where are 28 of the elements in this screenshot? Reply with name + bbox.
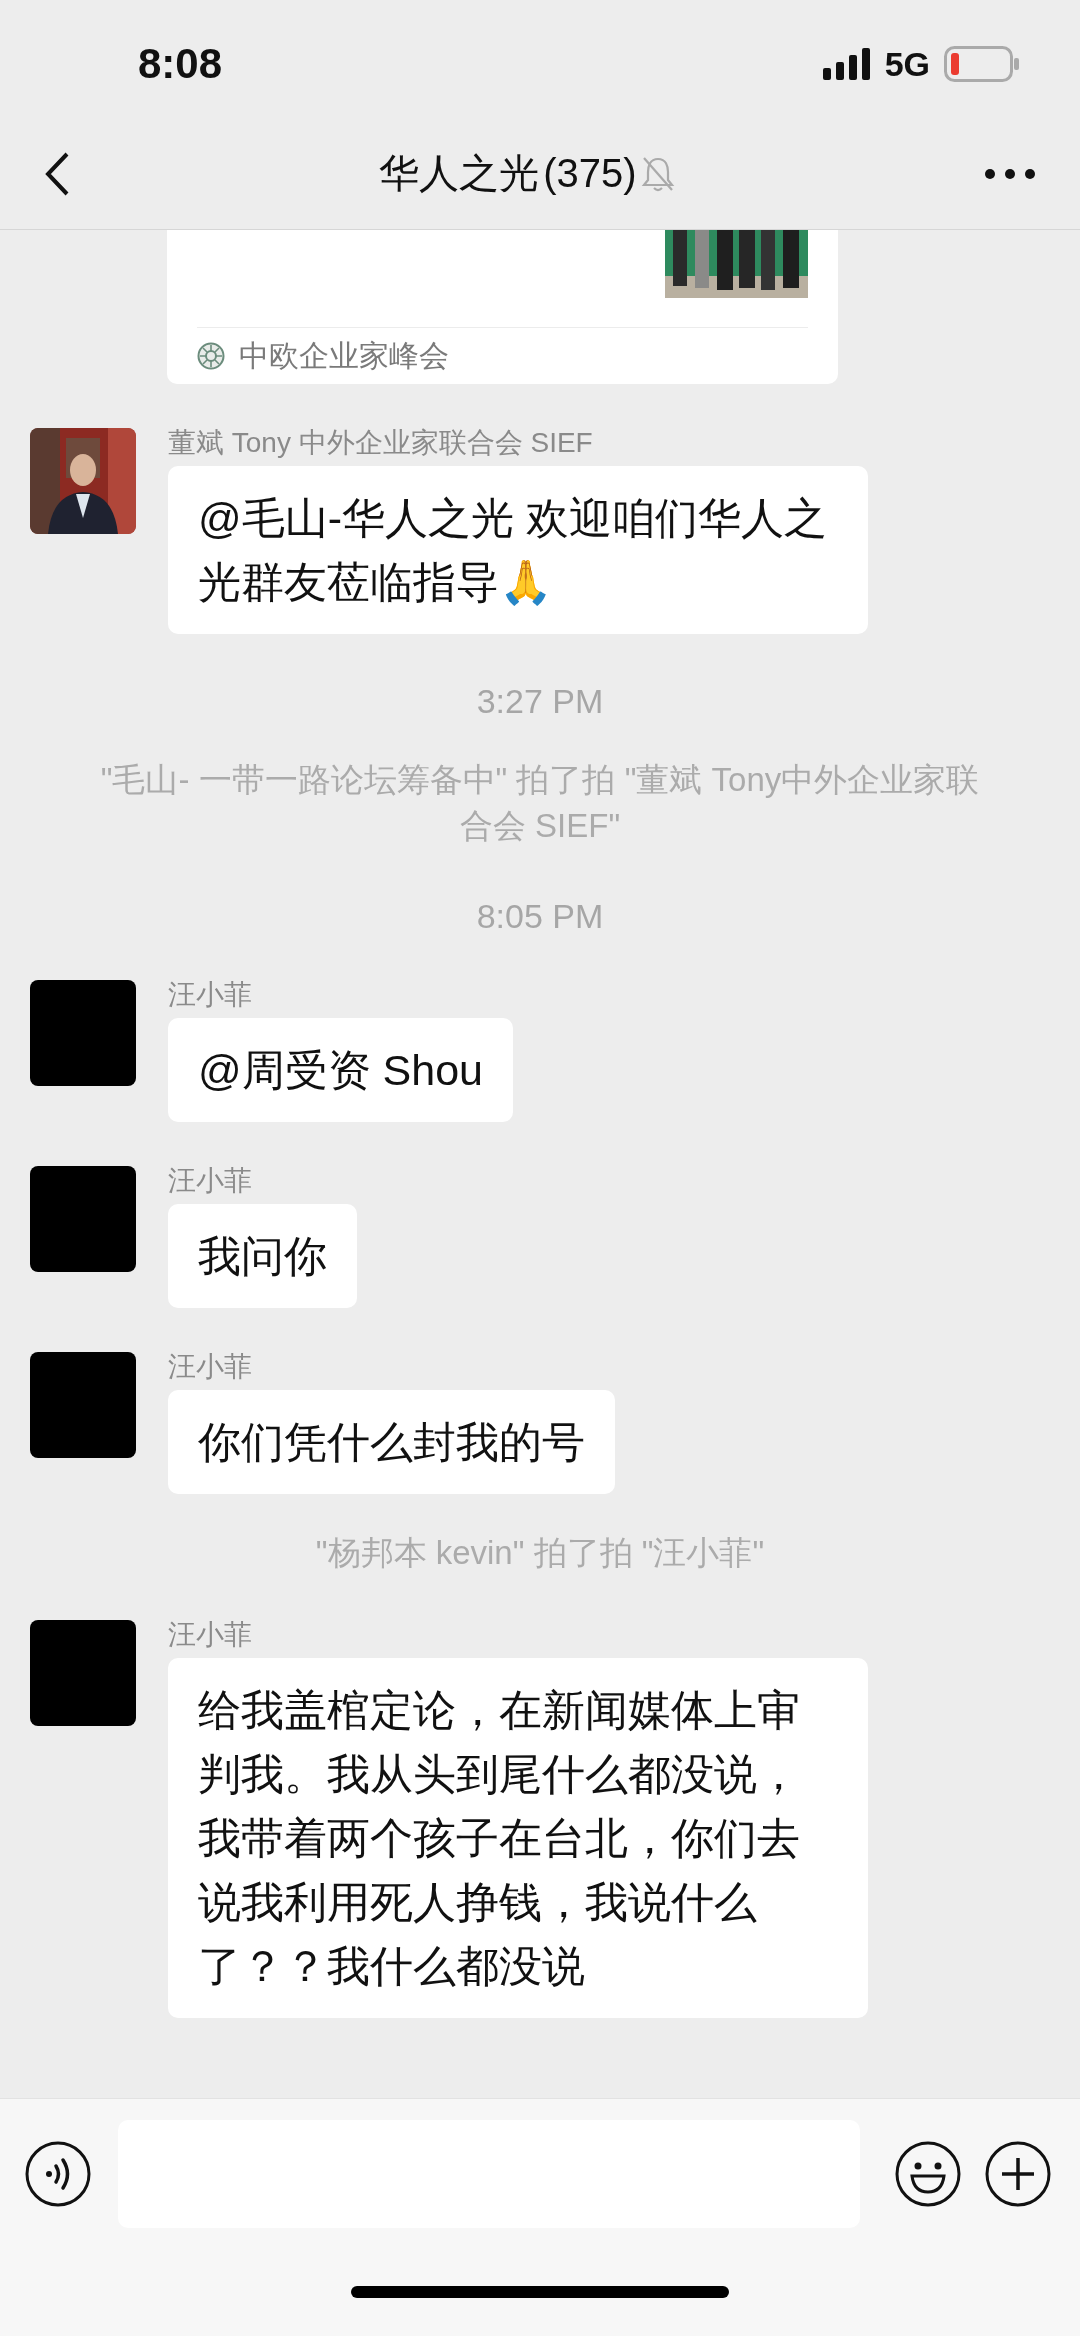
message-bubble[interactable]: @周受资 Shou — [168, 1018, 514, 1122]
sender-name: 董斌 Tony 中外企业家联合会 SIEF — [168, 428, 593, 458]
battery-icon — [944, 46, 1020, 82]
logo-icon — [197, 342, 225, 370]
message-bubble[interactable]: 你们凭什么封我的号 — [168, 1390, 615, 1494]
sender-name: 汪小菲 — [168, 1620, 252, 1650]
voice-icon[interactable] — [24, 2139, 92, 2208]
card-source: 中欧企业家峰会 — [239, 337, 449, 374]
sender-name: 汪小菲 — [168, 1352, 252, 1382]
message-bubble[interactable]: 给我盖棺定论，在新闻媒体上审判我。我从头到尾什么都没说，我带着两个孩子在台北，你们去说我利用死人挣钱，我说什么了？？我什么都没说 — [168, 1658, 868, 2018]
sender-name: 汪小菲 — [168, 980, 252, 1010]
link-card[interactable]: 中欧企业家峰会 — [167, 230, 838, 384]
system-notice: "杨邦本 kevin" 拍了拍 "汪小菲" — [315, 1533, 765, 1573]
more-icon[interactable] — [984, 167, 1036, 180]
chat-title: 华人之光 — [379, 150, 540, 197]
system-notice: "毛山- 一带一路论坛筹备中" 拍了拍 "董斌 Tony中外企业家联合会 SIEF" — [100, 760, 980, 846]
signal-icon — [822, 48, 871, 80]
message-bubble[interactable]: 我问你 — [168, 1204, 357, 1308]
message-bubble[interactable]: @毛山-华人之光 欢迎咱们华人之光群友莅临指导🙏 — [168, 466, 868, 634]
emoji-icon[interactable] — [894, 2139, 962, 2208]
status-time: 8:08 — [138, 39, 223, 88]
add-icon[interactable] — [984, 2139, 1052, 2208]
member-count: (375) — [543, 151, 637, 196]
sender-name: 汪小菲 — [168, 1166, 252, 1196]
network-label: 5G — [884, 44, 930, 84]
timestamp: 3:27 PM — [475, 682, 605, 721]
back-icon[interactable] — [44, 150, 70, 197]
timestamp: 8:05 PM — [475, 897, 605, 936]
